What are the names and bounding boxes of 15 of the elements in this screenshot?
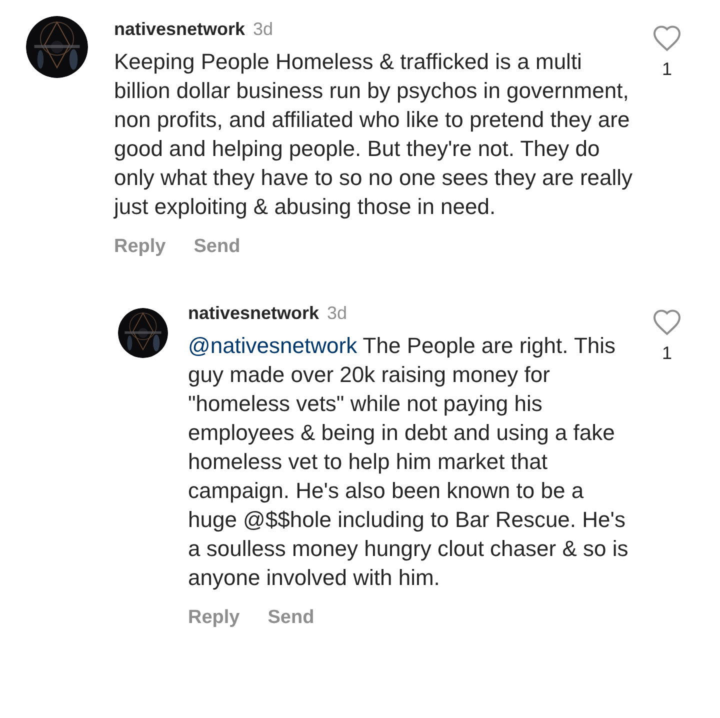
like-count: 1: [662, 342, 672, 364]
comment-action[interactable]: Send: [194, 233, 240, 262]
comment-time: 3d: [253, 18, 274, 41]
heart-icon[interactable]: [652, 308, 682, 336]
comment-text: Keeping People Homeless & trafficked is a multi billion dollar business run by psychos in government, non profits, and affiliated who like to pretend they are good and helping people. But they're not. They do only what they have to so no one sees they are really just exploiting & abusing those in need.: [114, 48, 634, 221]
comment-action[interactable]: Send: [268, 604, 314, 632]
mention-link[interactable]: @nativesnetwork: [188, 332, 358, 358]
username[interactable]: nativesnetwork: [188, 300, 320, 326]
comment-action[interactable]: Reply: [114, 233, 166, 262]
like-count: 1: [662, 58, 672, 81]
username[interactable]: nativesnetwork: [114, 16, 246, 43]
comment-time: 3d: [327, 302, 348, 324]
comment-action[interactable]: Reply: [188, 604, 240, 632]
heart-icon[interactable]: [652, 24, 682, 52]
comment-text: @nativesnetwork The People are right. This guy made over 20k raising money for "homeless vets" while not paying his employees & being in debt and using a fake homeless vet to help him market that campaign. He's also been known to be a huge @$$hole including to Bar Rescue. He's a soulless money hungry clout chaser & so is anyone involved with him.: [188, 332, 630, 592]
